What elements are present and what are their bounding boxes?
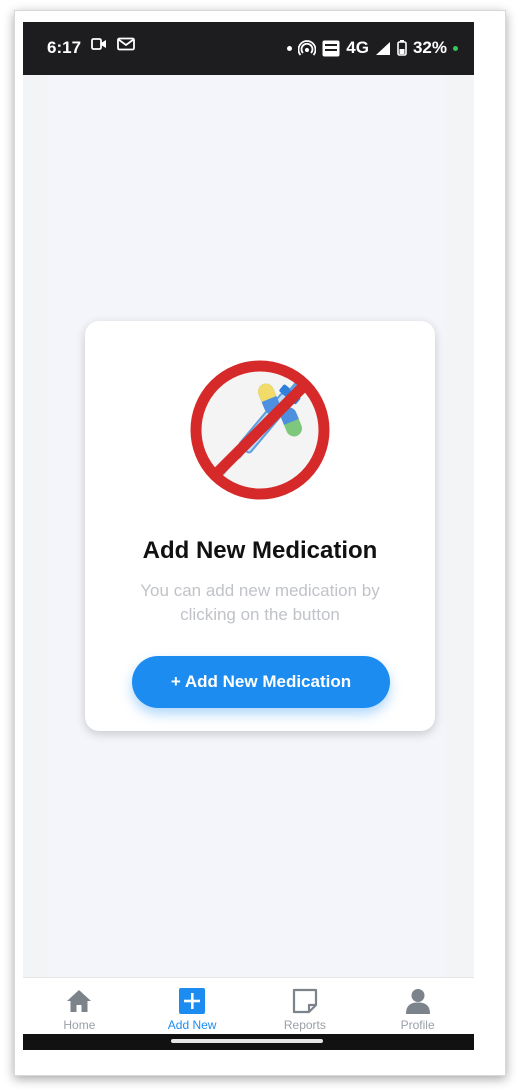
nav-label-add-new: Add New xyxy=(167,1018,217,1032)
nav-label-reports: Reports xyxy=(283,1018,326,1032)
add-new-medication-button[interactable]: + Add New Medication xyxy=(132,656,390,708)
volte-icon xyxy=(322,40,340,56)
hotspot-icon xyxy=(298,40,317,56)
nav-item-reports[interactable]: Reports xyxy=(249,978,362,1035)
nav-item-home[interactable]: Home xyxy=(23,978,136,1035)
notification-dot xyxy=(287,45,293,51)
nav-label-profile: Profile xyxy=(400,1018,435,1032)
battery-icon xyxy=(397,40,407,56)
home-indicator[interactable] xyxy=(171,1039,323,1043)
system-home-bar xyxy=(23,1034,474,1050)
nav-item-profile[interactable]: Profile xyxy=(361,978,474,1035)
video-icon xyxy=(91,38,106,50)
card-subtitle: You can add new medication by clicking o… xyxy=(140,581,380,624)
status-left-icons xyxy=(91,37,135,51)
status-right-icons: 4G 32% xyxy=(287,38,458,58)
note-icon xyxy=(292,988,317,1014)
network-type: 4G xyxy=(346,38,369,57)
status-bar: 6:17 4G 32% xyxy=(23,22,474,75)
bottom-nav: Home Add New Reports Profile xyxy=(23,977,474,1035)
status-time: 6:17 xyxy=(47,38,82,57)
battery-percent: 32% xyxy=(412,38,447,57)
nav-label-home: Home xyxy=(63,1018,96,1032)
nav-item-add-new[interactable]: Add New xyxy=(136,978,249,1035)
empty-state-card: Add New Medication You can add new medic… xyxy=(85,321,435,731)
phone-screen: 6:17 4G 32% Add New Medication You can a… xyxy=(23,22,474,1050)
privacy-dot xyxy=(453,45,458,51)
user-icon xyxy=(405,989,430,1014)
signal-icon xyxy=(375,41,390,55)
no-medication-icon xyxy=(190,360,330,500)
card-title: Add New Medication xyxy=(142,537,378,564)
home-icon xyxy=(67,990,92,1012)
plus-square-icon xyxy=(179,988,206,1014)
gmail-icon xyxy=(117,37,135,51)
